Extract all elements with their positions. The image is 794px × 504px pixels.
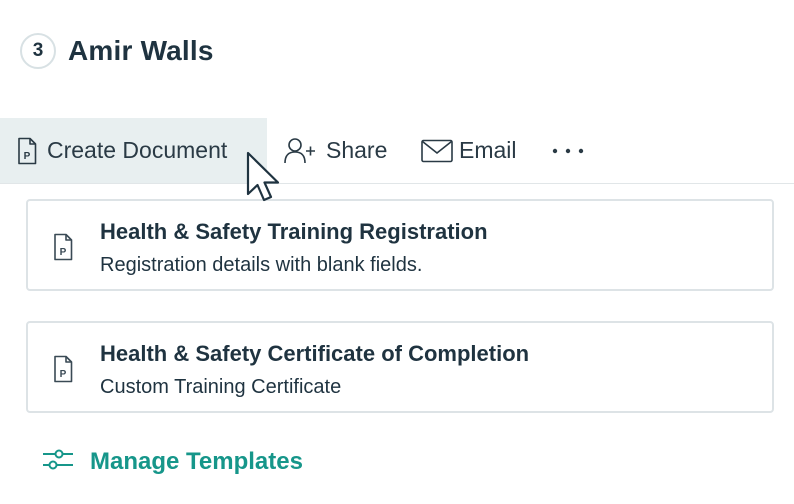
email-label: Email [459, 137, 517, 163]
document-p-icon: P [53, 233, 73, 266]
contact-name: Amir Walls [68, 35, 214, 66]
create-document-button[interactable]: P Create Document [0, 118, 267, 183]
sliders-icon [42, 446, 74, 477]
template-subtitle: Custom Training Certificate [100, 376, 342, 398]
document-p-icon: P [17, 137, 37, 165]
add-person-icon [284, 137, 316, 165]
manage-templates-link[interactable]: Manage Templates [42, 446, 303, 477]
more-options-button[interactable] [551, 118, 585, 183]
create-document-label: Create Document [47, 137, 228, 163]
svg-text:P: P [24, 151, 31, 162]
share-label: Share [326, 137, 388, 163]
contact-header: 3 Amir Walls [20, 33, 214, 69]
template-card[interactable]: P Health & Safety Certificate of Complet… [26, 321, 774, 413]
step-badge: 3 [20, 33, 56, 69]
template-title: Health & Safety Certificate of Completio… [100, 341, 530, 366]
more-dots-icon [551, 147, 585, 155]
template-title: Health & Safety Training Registration [100, 219, 488, 244]
envelope-icon [421, 139, 453, 163]
share-button[interactable]: Share [284, 118, 387, 183]
email-button[interactable]: Email [421, 118, 517, 183]
manage-templates-label: Manage Templates [90, 447, 303, 475]
action-toolbar: P Create Document Share Email [0, 118, 794, 184]
svg-text:P: P [60, 369, 67, 380]
template-subtitle: Registration details with blank fields. [100, 254, 423, 276]
svg-text:P: P [60, 247, 67, 258]
document-p-icon: P [53, 355, 73, 388]
template-card[interactable]: P Health & Safety Training Registration … [26, 199, 774, 291]
